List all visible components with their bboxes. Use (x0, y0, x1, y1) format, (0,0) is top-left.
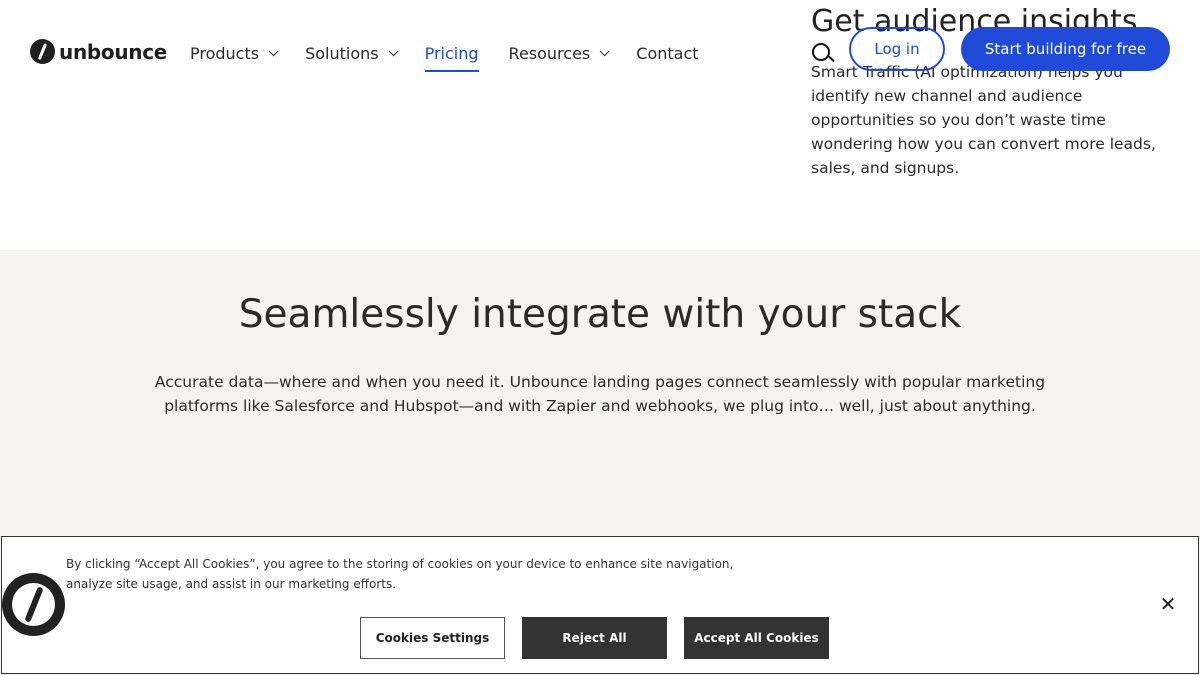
search-button[interactable] (811, 42, 835, 66)
nav-item-label: Contact (636, 43, 699, 63)
nav-item-resources[interactable]: Resources (508, 40, 610, 66)
accept-all-cookies-button[interactable]: Accept All Cookies (684, 617, 829, 659)
chevron-down-icon (599, 45, 610, 56)
logo[interactable]: unbounce (30, 39, 167, 64)
nav-item-solutions[interactable]: Solutions (305, 40, 399, 66)
chevron-down-icon (388, 45, 399, 56)
site-header: unbounce Products Solutions Pricing Reso… (0, 0, 1200, 100)
chevron-down-icon (268, 45, 279, 56)
cookies-settings-button[interactable]: Cookies Settings (360, 617, 505, 659)
integrations-title: Seamlessly integrate with your stack (238, 292, 962, 337)
unbounce-logo-icon (30, 39, 55, 64)
nav-item-label: Pricing (424, 43, 479, 63)
nav-item-label: Resources (508, 43, 591, 63)
nav-item-contact[interactable]: Contact (636, 40, 698, 66)
nav-item-label: Products (190, 43, 260, 63)
nav-item-products[interactable]: Products (190, 40, 279, 66)
nav-item-pricing[interactable]: Pricing (424, 40, 479, 72)
integrations-description: Accurate data—where and when you need it… (154, 373, 1046, 415)
main-nav: Products Solutions Pricing Resources Con… (190, 40, 729, 72)
cookie-banner: By clicking “Accept All Cookies”, you ag… (1, 536, 1199, 674)
cookie-consent-text: By clicking “Accept All Cookies”, you ag… (66, 557, 734, 591)
login-button[interactable]: Log in (849, 27, 945, 71)
cookie-banner-logo-icon (2, 573, 65, 636)
nav-item-label: Solutions (305, 43, 379, 63)
logo-text: unbounce (59, 39, 168, 64)
close-icon[interactable]: ✕ (1157, 593, 1179, 615)
search-icon (812, 43, 830, 61)
reject-all-button[interactable]: Reject All (522, 617, 667, 659)
start-building-button[interactable]: Start building for free (961, 27, 1170, 71)
